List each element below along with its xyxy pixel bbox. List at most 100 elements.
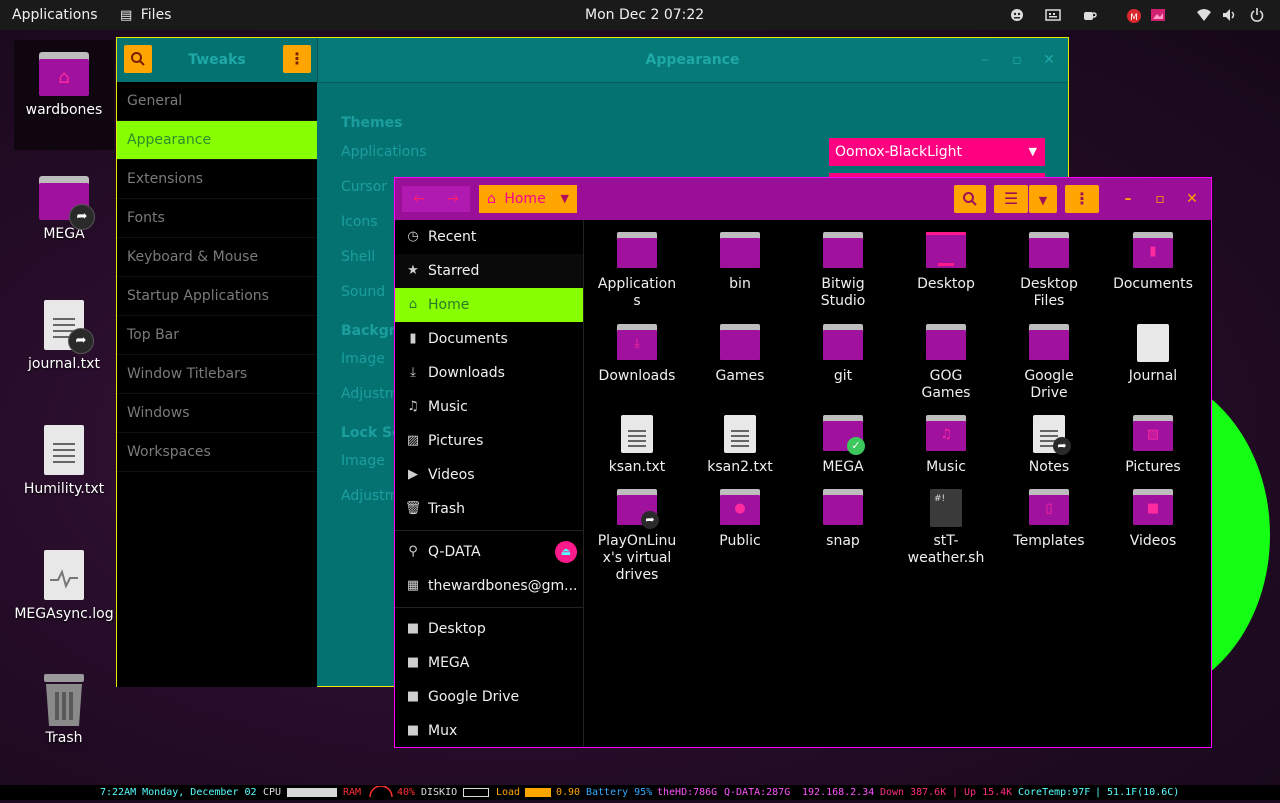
- power-icon[interactable]: [1250, 8, 1264, 22]
- file-item[interactable]: Google Drive: [999, 324, 1099, 402]
- sidebar-item-label: Google Drive: [428, 689, 520, 705]
- tweaks-menu-button[interactable]: ⋮: [283, 45, 311, 73]
- sidebar-item-desktop[interactable]: ■ Desktop: [395, 612, 583, 646]
- files-app-menu[interactable]: ▤ Files: [120, 0, 171, 30]
- sidebar-item-google-drive[interactable]: ■ Google Drive: [395, 680, 583, 714]
- sidebar-item-q-data[interactable]: ⚲ Q-DATA ⏏: [395, 535, 583, 569]
- clock[interactable]: Mon Dec 2 07:22: [585, 0, 704, 30]
- desktop-icon-mega[interactable]: ➦ MEGA: [14, 176, 114, 242]
- minimize-button[interactable]: –: [975, 50, 995, 70]
- sidebar-item-trash[interactable]: 🗑 Trash: [395, 492, 583, 526]
- file-item[interactable]: ksan.txt: [587, 415, 687, 476]
- sidebar-item-mux[interactable]: ■ Mux: [395, 714, 583, 747]
- sidebar-separator: [395, 530, 583, 531]
- files-search-button[interactable]: [954, 185, 986, 213]
- applications-theme-dropdown[interactable]: Oomox-BlackLight ▼: [829, 138, 1045, 166]
- applications-menu[interactable]: Applications: [12, 0, 98, 30]
- path-home-button[interactable]: ⌂ Home ▼: [479, 185, 577, 213]
- maximize-button[interactable]: ▫: [1150, 189, 1170, 209]
- sidebar-item-network-account[interactable]: ▦ thewardbones@gm...: [395, 569, 583, 603]
- file-item[interactable]: snap: [793, 489, 893, 550]
- sidebar-item-downloads[interactable]: ⤓ Downloads: [395, 356, 583, 390]
- file-item[interactable]: git: [793, 324, 893, 385]
- file-item-label: GOG Games: [921, 368, 971, 401]
- sidebar-item-starred[interactable]: ★ Starred: [395, 254, 583, 288]
- tweaks-item-windows[interactable]: Windows: [117, 394, 317, 433]
- sidebar-item-documents[interactable]: ▮ Documents: [395, 322, 583, 356]
- file-item[interactable]: bin: [690, 232, 790, 293]
- view-options-button[interactable]: ▼: [1029, 185, 1057, 213]
- path-label: Home: [504, 191, 546, 207]
- file-item[interactable]: Desktop: [896, 232, 996, 293]
- file-item[interactable]: Journal: [1103, 324, 1203, 385]
- file-item[interactable]: ksan2.txt: [690, 415, 790, 476]
- tweaks-item-appearance[interactable]: Appearance: [117, 121, 317, 160]
- sidebar-item-pictures[interactable]: ▨ Pictures: [395, 424, 583, 458]
- file-item[interactable]: ✓ MEGA: [793, 415, 893, 476]
- tweaks-item-window-titlebars[interactable]: Window Titlebars: [117, 355, 317, 394]
- sidebar-item-home[interactable]: ⌂ Home: [395, 288, 583, 322]
- desktop-icon-journal[interactable]: ➦ journal.txt: [14, 300, 114, 372]
- sidebar-item-label: Mux: [428, 723, 458, 739]
- tweaks-item-extensions[interactable]: Extensions: [117, 160, 317, 199]
- coffee-icon[interactable]: [1082, 8, 1097, 22]
- tweaks-item-fonts[interactable]: Fonts: [117, 199, 317, 238]
- file-item[interactable]: ➦ Notes: [999, 415, 1099, 476]
- file-item[interactable]: ⤓ Downloads: [587, 324, 687, 385]
- file-item[interactable]: ▯ Templates: [999, 489, 1099, 550]
- tweaks-item-startup-applications[interactable]: Startup Applications: [117, 277, 317, 316]
- sound-theme-label: Sound: [341, 284, 386, 300]
- tweaks-search-button[interactable]: [124, 45, 152, 73]
- tweaks-item-top-bar[interactable]: Top Bar: [117, 316, 317, 355]
- file-item[interactable]: ● Public: [690, 489, 790, 550]
- view-list-button[interactable]: ☰: [994, 185, 1028, 213]
- cursor-theme-label: Cursor: [341, 179, 388, 195]
- files-headerbar: ← → ⌂ Home ▼ ☰ ▼ ⋮ – ▫ ✕: [395, 178, 1211, 220]
- close-button[interactable]: ✕: [1182, 189, 1202, 209]
- file-item[interactable]: ♫ Music: [896, 415, 996, 476]
- file-item[interactable]: ■ Videos: [1103, 489, 1203, 550]
- tweaks-item-general[interactable]: General: [117, 82, 317, 121]
- file-item-label: Notes: [1028, 459, 1070, 475]
- link-arrow-icon: ➦: [69, 204, 95, 230]
- close-button[interactable]: ✕: [1039, 50, 1059, 70]
- sidebar-item-videos[interactable]: ▶ Videos: [395, 458, 583, 492]
- eject-icon[interactable]: ⏏: [555, 541, 577, 563]
- files-menu-button[interactable]: ⋮: [1065, 185, 1099, 213]
- desktop-icon-home[interactable]: ⌂ wardbones: [14, 40, 114, 150]
- forward-button[interactable]: →: [436, 186, 470, 212]
- tweaks-item-keyboard-mouse[interactable]: Keyboard & Mouse: [117, 238, 317, 277]
- desktop-icon-megasync-log[interactable]: MEGAsync.log: [14, 550, 114, 622]
- maximize-button[interactable]: ▫: [1007, 50, 1027, 70]
- back-button[interactable]: ←: [402, 186, 436, 212]
- sidebar-item-label: Q-DATA: [428, 544, 481, 560]
- file-item[interactable]: Application s: [587, 232, 687, 310]
- file-item[interactable]: Desktop Files: [999, 232, 1099, 310]
- file-item[interactable]: GOG Games: [896, 324, 996, 402]
- mega-icon[interactable]: M: [1126, 8, 1141, 23]
- conky-cpu-label: CPU: [263, 787, 282, 798]
- desktop-icon-humility[interactable]: Humility.txt: [14, 425, 114, 497]
- file-item[interactable]: Games: [690, 324, 790, 385]
- keyboard-icon[interactable]: [1045, 8, 1061, 22]
- sidebar-item-mega[interactable]: ■ MEGA: [395, 646, 583, 680]
- tweaks-sidebar: General Appearance Extensions Fonts Keyb…: [117, 82, 317, 687]
- volume-icon[interactable]: [1222, 8, 1236, 22]
- sidebar-item-music[interactable]: ♫ Music: [395, 390, 583, 424]
- file-item[interactable]: ▮ Documents: [1103, 232, 1203, 293]
- file-item[interactable]: #! stT- weather.sh: [896, 489, 996, 567]
- image-icon[interactable]: [1150, 8, 1165, 22]
- file-item[interactable]: ▨ Pictures: [1103, 415, 1203, 476]
- file-item[interactable]: Bitwig Studio: [793, 232, 893, 310]
- sidebar-item-recent[interactable]: ◷ Recent: [395, 220, 583, 254]
- tweaks-headerbar: Tweaks ⋮ Appearance – ▫ ✕: [117, 38, 1068, 83]
- text-file-icon: [621, 415, 653, 453]
- tweaks-item-workspaces[interactable]: Workspaces: [117, 433, 317, 472]
- file-item[interactable]: ➦ PlayOnLinu x's virtual drives: [587, 489, 687, 584]
- wifi-icon[interactable]: [1196, 8, 1211, 22]
- conky-ram-label: RAM: [343, 787, 362, 798]
- emoji-icon[interactable]: [1010, 8, 1024, 22]
- minimize-button[interactable]: –: [1118, 189, 1138, 209]
- desktop-icon-trash[interactable]: Trash: [14, 672, 114, 746]
- folder-icon: ➦: [617, 489, 659, 529]
